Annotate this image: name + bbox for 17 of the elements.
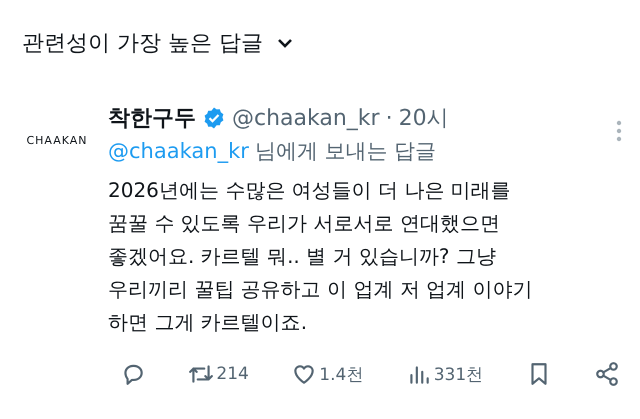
action-count: 214: [216, 364, 249, 384]
tweet-text-line: 하면 그게 카르텔이죠.: [108, 309, 308, 336]
display-name[interactable]: 착한구두: [108, 103, 196, 133]
tweet-text-line: 좋겠어요. 카르텔 뭐.. 별 거 있습니까? 그냥: [108, 243, 496, 270]
tweet-text-line: 우리끼리 꿀팁 공유하고 이 업계 저 업계 이야기: [108, 276, 533, 303]
section-title: 관련성이 가장 높은 답글: [22, 30, 263, 58]
chevron-down-icon[interactable]: [276, 37, 293, 49]
share-icon[interactable]: [594, 361, 620, 387]
tweet-text-line: 꿈꿀 수 있도록 우리가 서로서로 연대했으면: [108, 210, 500, 237]
separator-dot: ·: [386, 106, 393, 130]
action-count: 1.4천: [319, 364, 364, 386]
user-handle: @chaakan_kr: [232, 106, 380, 130]
post-time: 20시: [398, 105, 449, 133]
tweet-text-line: 2026년에는 수많은 여성들이 더 나은 미래를: [108, 177, 511, 204]
action-count: 331천: [434, 364, 484, 386]
brand-logo: CHAAKAN: [25, 134, 88, 148]
reply-context: 님에게 보내는 답글: [254, 138, 436, 165]
